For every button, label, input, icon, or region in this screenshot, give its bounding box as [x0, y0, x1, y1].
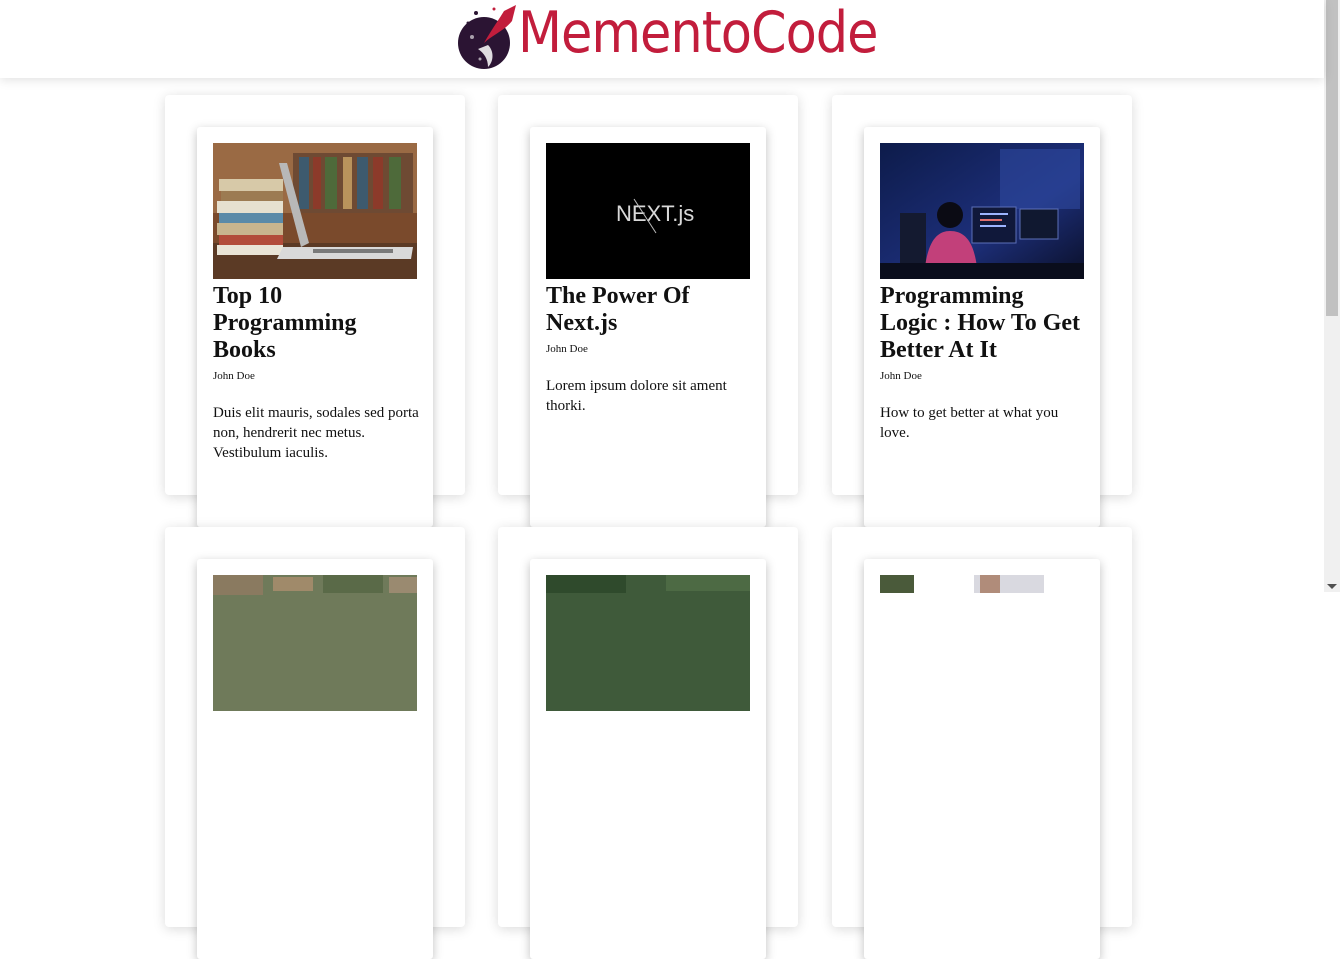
brand-logo[interactable]: MementoCode — [454, 0, 879, 72]
post-author: John Doe — [546, 343, 588, 355]
post-author: John Doe — [213, 370, 255, 382]
post-card[interactable]: Top 10 Programming Books John Doe Duis e… — [197, 127, 433, 527]
rocket-planet-icon — [458, 5, 516, 69]
site-header: MementoCode — [0, 0, 1324, 78]
post-content: Top 10 Programming Books John Doe Duis e… — [213, 283, 419, 463]
post-title[interactable]: The Power Of Next.js — [546, 283, 752, 337]
nextjs-logo-text: NEXT.js — [616, 201, 694, 226]
post-content: Programming Logic : How To Get Better At… — [880, 283, 1086, 443]
post-card[interactable] — [864, 559, 1100, 959]
post-title[interactable]: Programming Logic : How To Get Better At… — [880, 283, 1086, 364]
post-card[interactable]: Programming Logic : How To Get Better At… — [864, 127, 1100, 527]
post-content: The Power Of Next.js John Doe Lorem ipsu… — [546, 283, 752, 416]
post-description: Lorem ipsum dolore sit ament thorki. — [546, 378, 727, 414]
post-card[interactable] — [197, 559, 433, 959]
post-thumbnail-person[interactable] — [880, 575, 1084, 711]
post-description: Duis elit mauris, sodales sed porta non,… — [213, 405, 419, 461]
post-thumbnail-programmer[interactable] — [880, 143, 1084, 279]
scrollbar-thumb[interactable] — [1326, 0, 1338, 316]
page-scrollbar[interactable] — [1324, 0, 1340, 592]
post-author: John Doe — [880, 370, 922, 382]
post-title[interactable]: Top 10 Programming Books — [213, 283, 419, 364]
post-thumbnail-foliage[interactable] — [546, 575, 750, 711]
scroll-down-arrow-icon[interactable] — [1327, 584, 1337, 589]
post-card[interactable]: NEXT.js The Power Of Next.js John Doe Lo… — [530, 127, 766, 527]
post-thumbnail-city[interactable] — [213, 575, 417, 711]
brand-name: MementoCode — [518, 0, 879, 67]
post-thumbnail-books[interactable] — [213, 143, 417, 279]
post-description: How to get better at what you love. — [880, 405, 1059, 441]
post-thumbnail-nextjs[interactable]: NEXT.js — [546, 143, 750, 279]
post-card[interactable] — [530, 559, 766, 959]
